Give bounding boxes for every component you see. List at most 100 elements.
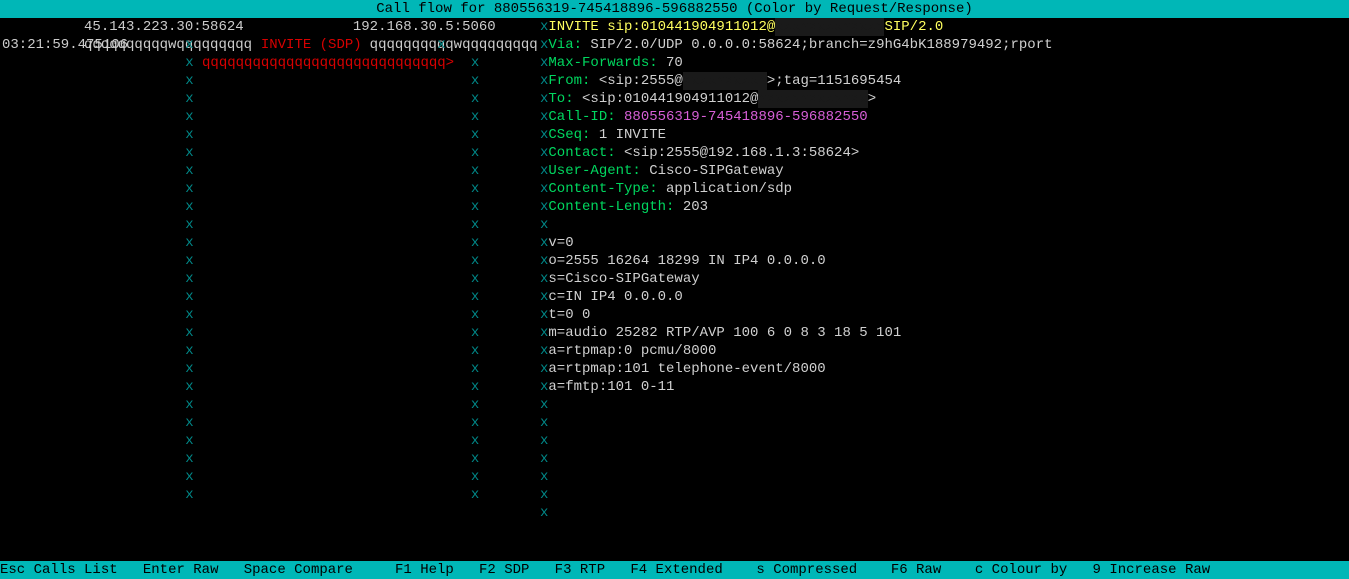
flow-row-empty: x x <box>0 486 540 504</box>
key-esc[interactable]: Esc <box>0 562 25 578</box>
val-post: >;tag=1151695454 <box>767 73 901 89</box>
label-increase-raw: Increase Raw <box>1109 562 1210 578</box>
main-area: 45.143.223.30:58624 192.168.30.5:5060 qq… <box>0 18 1349 561</box>
hdr: Max-Forwards: <box>548 55 657 71</box>
border-x: x <box>540 451 548 467</box>
key-f3[interactable]: F3 <box>555 562 572 578</box>
lane-x: x <box>185 415 193 431</box>
sdp-blank: x <box>540 432 1349 450</box>
label-compressed: Compressed <box>773 562 857 578</box>
lane-x: x <box>185 307 193 323</box>
endpoint-right: 192.168.30.5:5060 <box>353 19 496 35</box>
lane-x: x <box>471 55 479 71</box>
hdr: To: <box>548 91 573 107</box>
val-post: > <box>868 91 876 107</box>
lane-x: x <box>185 379 193 395</box>
lane-x: x <box>185 253 193 269</box>
lane-x: x <box>471 343 479 359</box>
sdp-blank: x <box>540 468 1349 486</box>
lane-x: x <box>185 325 193 341</box>
lane-x: x <box>471 469 479 485</box>
sip-request-line: xINVITE sip:010441904911012@xxxxxxxxxxxx… <box>540 18 1349 36</box>
flow-row-empty: x x <box>0 414 540 432</box>
sdp-blank: x <box>540 450 1349 468</box>
timestamp: 03:21:59.475106 <box>0 36 160 54</box>
sdp: v=0 <box>548 235 573 251</box>
lane-x: x <box>185 235 193 251</box>
footer-bar: Esc Calls List Enter Raw Space Compare F… <box>0 561 1349 579</box>
sdp-blank: x <box>540 414 1349 432</box>
lane-x: x <box>471 307 479 323</box>
val: 880556319-745418896-596882550 <box>616 109 868 125</box>
flow-arrow: qqqqqqqqqqqqqqqqqqqqqqqqqqqqq> <box>202 55 454 71</box>
label-compare: Compare <box>294 562 353 578</box>
key-c[interactable]: c <box>975 562 983 578</box>
label-sdp: SDP <box>504 562 529 578</box>
val: 203 <box>674 199 708 215</box>
sdp-line: xa=rtpmap:0 pcmu/8000 <box>540 342 1349 360</box>
flow-row-empty: x x <box>0 216 540 234</box>
sdp-line: xa=fmtp:101 0-11 <box>540 378 1349 396</box>
flow-row-empty: x x <box>0 252 540 270</box>
lane-x: x <box>185 181 193 197</box>
hdr: CSeq: <box>548 127 590 143</box>
key-s[interactable]: s <box>756 562 764 578</box>
lane-x: x <box>471 181 479 197</box>
req-pre: INVITE sip:010441904911012@ <box>548 19 775 35</box>
lane-x: x <box>471 397 479 413</box>
lane-x: x <box>471 253 479 269</box>
sdp-line: xs=Cisco-SIPGateway <box>540 270 1349 288</box>
key-f1[interactable]: F1 <box>395 562 412 578</box>
sdp-blank: x <box>540 504 1349 522</box>
flow-row-empty: x x <box>0 324 540 342</box>
sip-maxforwards: xMax-Forwards: 70 <box>540 54 1349 72</box>
flow-row-empty: x x <box>0 396 540 414</box>
sip-contact: xContact: <sip:2555@192.168.1.3:58624> <box>540 144 1349 162</box>
flow-row-empty: x x <box>0 468 540 486</box>
key-9[interactable]: 9 <box>1093 562 1101 578</box>
sdp-blank: x <box>540 396 1349 414</box>
lane-x: x <box>471 271 479 287</box>
invite-label: INVITE (SDP) <box>261 37 362 53</box>
title-bar: Call flow for 880556319-745418896-596882… <box>0 0 1349 18</box>
key-f2[interactable]: F2 <box>479 562 496 578</box>
flow-row-empty: x x <box>0 306 540 324</box>
lane-x: x <box>185 289 193 305</box>
val: 1 INVITE <box>590 127 666 143</box>
val: <sip:2555@192.168.1.3:58624> <box>616 145 860 161</box>
lane-x: x <box>471 109 479 125</box>
val-pre: <sip:2555@ <box>590 73 682 89</box>
sdp-line: xm=audio 25282 RTP/AVP 100 6 0 8 3 18 5 … <box>540 324 1349 342</box>
border-x: x <box>540 469 548 485</box>
redacted-host: xxxxxxxxxxxxx <box>758 90 867 108</box>
flow-row-empty: x x <box>0 108 540 126</box>
flow-column: 03:21:59.475106 x INVITE (SDP) x x qqqqq… <box>0 36 540 504</box>
hdr: User-Agent: <box>548 163 640 179</box>
border-x: x <box>540 433 548 449</box>
key-enter[interactable]: Enter <box>143 562 185 578</box>
border-x: x <box>540 397 548 413</box>
lane-x: x <box>185 145 193 161</box>
lane-x: x <box>471 325 479 341</box>
key-f6[interactable]: F6 <box>891 562 908 578</box>
label-colourby: Colour by <box>992 562 1068 578</box>
lane-x: x <box>471 415 479 431</box>
sdp: a=rtpmap:0 pcmu/8000 <box>548 343 716 359</box>
key-space[interactable]: Space <box>244 562 286 578</box>
label-calls-list: Calls List <box>34 562 118 578</box>
sdp: s=Cisco-SIPGateway <box>548 271 699 287</box>
lane-x: x <box>185 199 193 215</box>
flow-row-empty: x x <box>0 198 540 216</box>
key-f4[interactable]: F4 <box>630 562 647 578</box>
sdp: t=0 0 <box>548 307 590 323</box>
lane-x: x <box>185 217 193 233</box>
sip-to: xTo: <sip:010441904911012@xxxxxxxxxxxxx> <box>540 90 1349 108</box>
lane-x: x <box>185 397 193 413</box>
lane-x: x <box>185 37 193 53</box>
val: Cisco-SIPGateway <box>641 163 784 179</box>
flow-row-invite[interactable]: 03:21:59.475106 x INVITE (SDP) x <box>0 36 540 54</box>
sdp-line: xa=rtpmap:101 telephone-event/8000 <box>540 360 1349 378</box>
lane-x: x <box>185 163 193 179</box>
flow-row-empty: x x <box>0 234 540 252</box>
sdp-line: xv=0 <box>540 234 1349 252</box>
